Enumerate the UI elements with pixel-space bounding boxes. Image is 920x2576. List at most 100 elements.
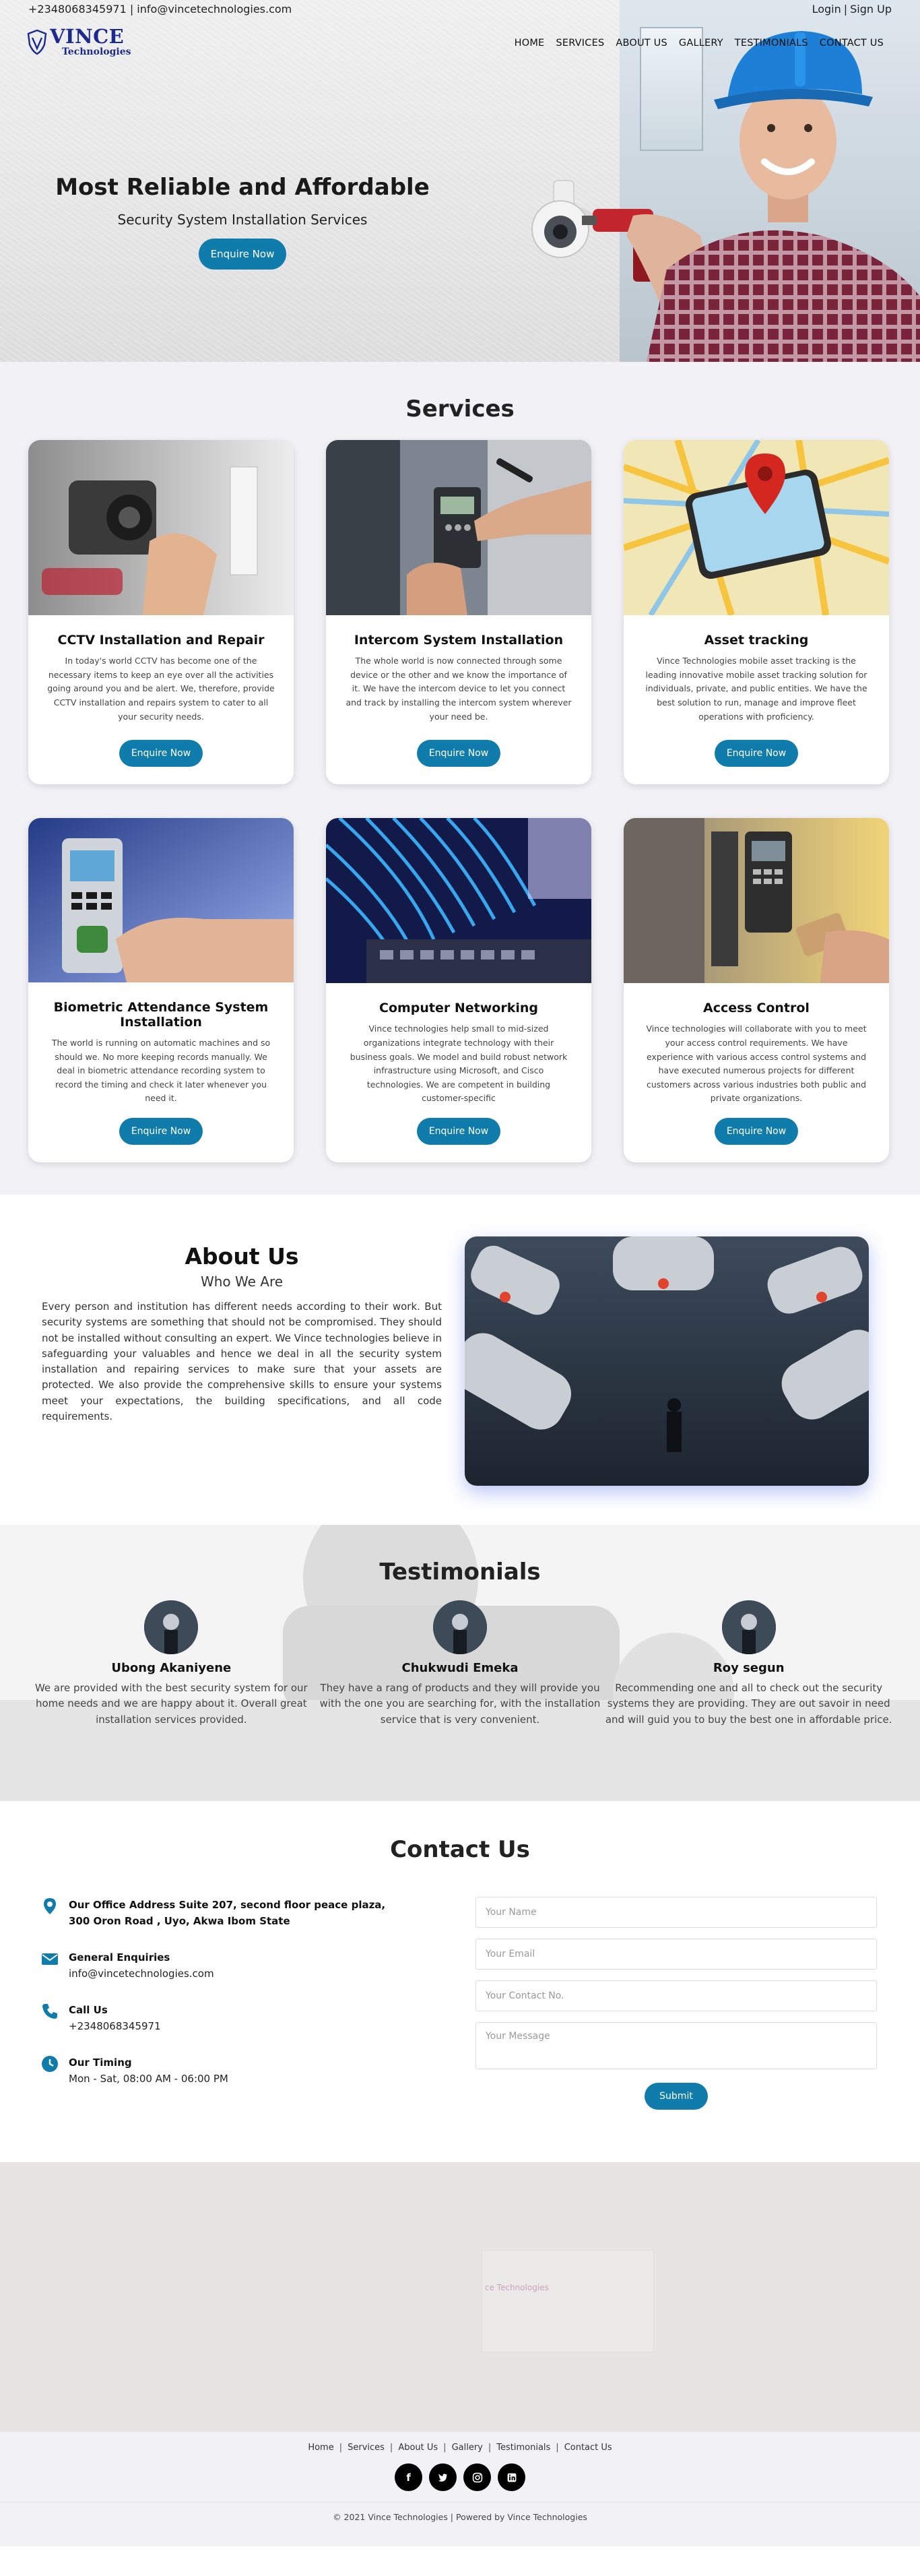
call-item: Call Us +2348068345971 — [40, 2002, 391, 2034]
footer: Home | Services | About Us | Gallery | Testi… — [0, 2432, 920, 2546]
enquire-now-button[interactable]: Enquire Now — [119, 1118, 203, 1145]
footer-link-gallery[interactable]: Gallery — [452, 2443, 483, 2453]
phone-icon — [42, 2004, 57, 2019]
enquiries-item: General Enquiries info@vincetechnologies.… — [40, 1949, 391, 1982]
phone-number[interactable]: +2348068345971 — [69, 2020, 161, 2032]
facebook-icon[interactable]: f — [395, 2463, 422, 2491]
footer-link-home[interactable]: Home — [308, 2443, 333, 2453]
topbar: +2348068345971 | info@vincetechnologies.… — [28, 3, 892, 15]
enquire-now-button[interactable]: Enquire Now — [416, 740, 501, 767]
avatar — [144, 1600, 199, 1654]
login-link[interactable]: Login — [812, 3, 841, 15]
enquire-now-button[interactable]: Enquire Now — [416, 1118, 501, 1145]
service-title: Computer Networking — [379, 1001, 538, 1016]
map-embed[interactable]: ce Technologies — [0, 2162, 920, 2432]
nav-services[interactable]: SERVICES — [556, 38, 604, 49]
address-item: Our Office Address Suite 207, second flo… — [40, 1897, 391, 1929]
office-address: Our Office Address Suite 207, second flo… — [69, 1899, 386, 1927]
service-description: The world is running on automatic machin… — [51, 1037, 271, 1104]
enquire-now-button[interactable]: Enquire Now — [714, 1118, 799, 1145]
timing-value: Mon - Sat, 08:00 AM - 06:00 PM — [69, 2073, 228, 2085]
contact-form: Submit — [475, 1897, 877, 2110]
enquire-now-button[interactable]: Enquire Now — [714, 740, 799, 767]
hero-title: Most Reliable and Affordable — [55, 174, 430, 201]
hero-enquire-button[interactable]: Enquire Now — [198, 239, 287, 270]
linkedin-icon[interactable] — [498, 2463, 525, 2491]
topbar-separator: | — [843, 3, 848, 15]
service-description: Vince technologies help small to mid-siz… — [350, 1024, 568, 1104]
contact-section: Contact Us Our Office Address Suite 207,… — [0, 1801, 920, 2162]
logo-shield-icon — [27, 29, 47, 55]
enquiries-label: General Enquiries — [69, 1951, 170, 1964]
testimonial-text: We are provided with the best security s… — [34, 1682, 308, 1726]
map-info-card: ce Technologies — [482, 2250, 654, 2352]
service-description: Vince technologies will collaborate with… — [646, 1024, 867, 1104]
phone-input[interactable] — [475, 1980, 877, 2011]
footer-link-contact-us[interactable]: Contact Us — [564, 2443, 612, 2453]
access-control-image — [624, 818, 889, 984]
testimonial-item: Chukwudi Emeka They have a rang of produ… — [316, 1600, 605, 1728]
networking-image — [326, 818, 591, 984]
hero-content: Most Reliable and Affordable Security Sy… — [27, 174, 458, 270]
service-title: Biometric Attendance System Installation — [53, 999, 269, 1030]
avatar — [433, 1600, 487, 1654]
intercom-image — [326, 440, 591, 615]
footer-links: Home | Services | About Us | Gallery | Testi… — [308, 2443, 612, 2453]
service-card-asset-tracking: Asset tracking Vince Technologies mobile… — [624, 440, 889, 784]
email-input[interactable] — [475, 1939, 877, 1970]
location-pin-icon — [44, 1898, 56, 1914]
nav-about-us[interactable]: ABOUT US — [616, 38, 667, 49]
footer-link-about-us[interactable]: About Us — [398, 2443, 438, 2453]
footer-link-testimonials[interactable]: Testimonials — [496, 2443, 550, 2453]
service-title: Asset tracking — [704, 633, 809, 648]
twitter-icon[interactable] — [429, 2463, 457, 2491]
copyright: © 2021 Vince Technologies | Powered by V… — [0, 2502, 920, 2546]
site-logo[interactable]: VINCE Technologies — [27, 27, 131, 57]
service-description: The whole world is now connected through… — [346, 656, 572, 722]
footer-link-services[interactable]: Services — [348, 2443, 385, 2453]
avatar — [721, 1600, 776, 1654]
services-title: Services — [405, 396, 515, 422]
service-title: Access Control — [703, 1001, 810, 1016]
service-card-cctv: CCTV Installation and Repair In today's … — [28, 440, 294, 784]
service-description: In today's world CCTV has become one of … — [47, 656, 275, 722]
testimonial-item: Ubong Akaniyene We are provided with the… — [27, 1600, 316, 1728]
service-card-networking: Computer Networking Vince technologies h… — [326, 818, 591, 1162]
hero-subtitle: Security System Installation Services — [117, 212, 368, 228]
service-card-biometric: Biometric Attendance System Installation… — [28, 818, 294, 1162]
about-subtitle: Who We Are — [200, 1274, 284, 1290]
enquiries-email[interactable]: info@vincetechnologies.com — [69, 1968, 214, 1980]
nav-home[interactable]: HOME — [515, 38, 545, 49]
name-input[interactable] — [475, 1897, 877, 1928]
services-section: Services CCTV Installation and Repair In… — [0, 362, 920, 1195]
instagram-icon[interactable] — [463, 2463, 491, 2491]
topbar-contact: +2348068345971 | info@vincetechnologies.… — [28, 3, 292, 15]
service-card-access-control: Access Control Vince technologies will c… — [624, 818, 889, 1162]
nav-contact-us[interactable]: CONTACT US — [820, 38, 884, 49]
testimonial-name: Chukwudi Emeka — [401, 1661, 519, 1675]
testimonial-item: Roy segun Recommending one and all to ch… — [604, 1600, 893, 1728]
about-image — [465, 1236, 869, 1486]
timing-item: Our Timing Mon - Sat, 08:00 AM - 06:00 PM — [40, 2054, 391, 2087]
nav-testimonials[interactable]: TESTIMONIALS — [735, 38, 808, 49]
hero-technician-image — [531, 31, 920, 362]
clock-icon — [42, 2056, 58, 2072]
testimonials-section: Testimonials Ubong Akaniyene We are prov… — [0, 1525, 920, 1801]
enquire-now-button[interactable]: Enquire Now — [119, 740, 203, 767]
service-title: CCTV Installation and Repair — [57, 633, 265, 648]
map-label: ce Technologies — [485, 2283, 549, 2292]
about-section: About Us Who We Are Every person and ins… — [0, 1195, 920, 1525]
testimonial-name: Ubong Akaniyene — [111, 1661, 232, 1675]
mail-icon — [42, 1953, 58, 1965]
call-label: Call Us — [69, 2004, 108, 2016]
timing-label: Our Timing — [69, 2056, 132, 2069]
message-input[interactable] — [475, 2022, 877, 2069]
signup-link[interactable]: Sign Up — [850, 3, 892, 15]
submit-button[interactable]: Submit — [645, 2083, 708, 2110]
contact-info: Our Office Address Suite 207, second flo… — [40, 1897, 391, 2110]
hero-section: +2348068345971 | info@vincetechnologies.… — [0, 0, 920, 362]
biometric-image — [28, 818, 294, 982]
logo-text: VINCE — [50, 25, 125, 48]
contact-title: Contact Us — [390, 1836, 530, 1863]
nav-gallery[interactable]: GALLERY — [679, 38, 723, 49]
